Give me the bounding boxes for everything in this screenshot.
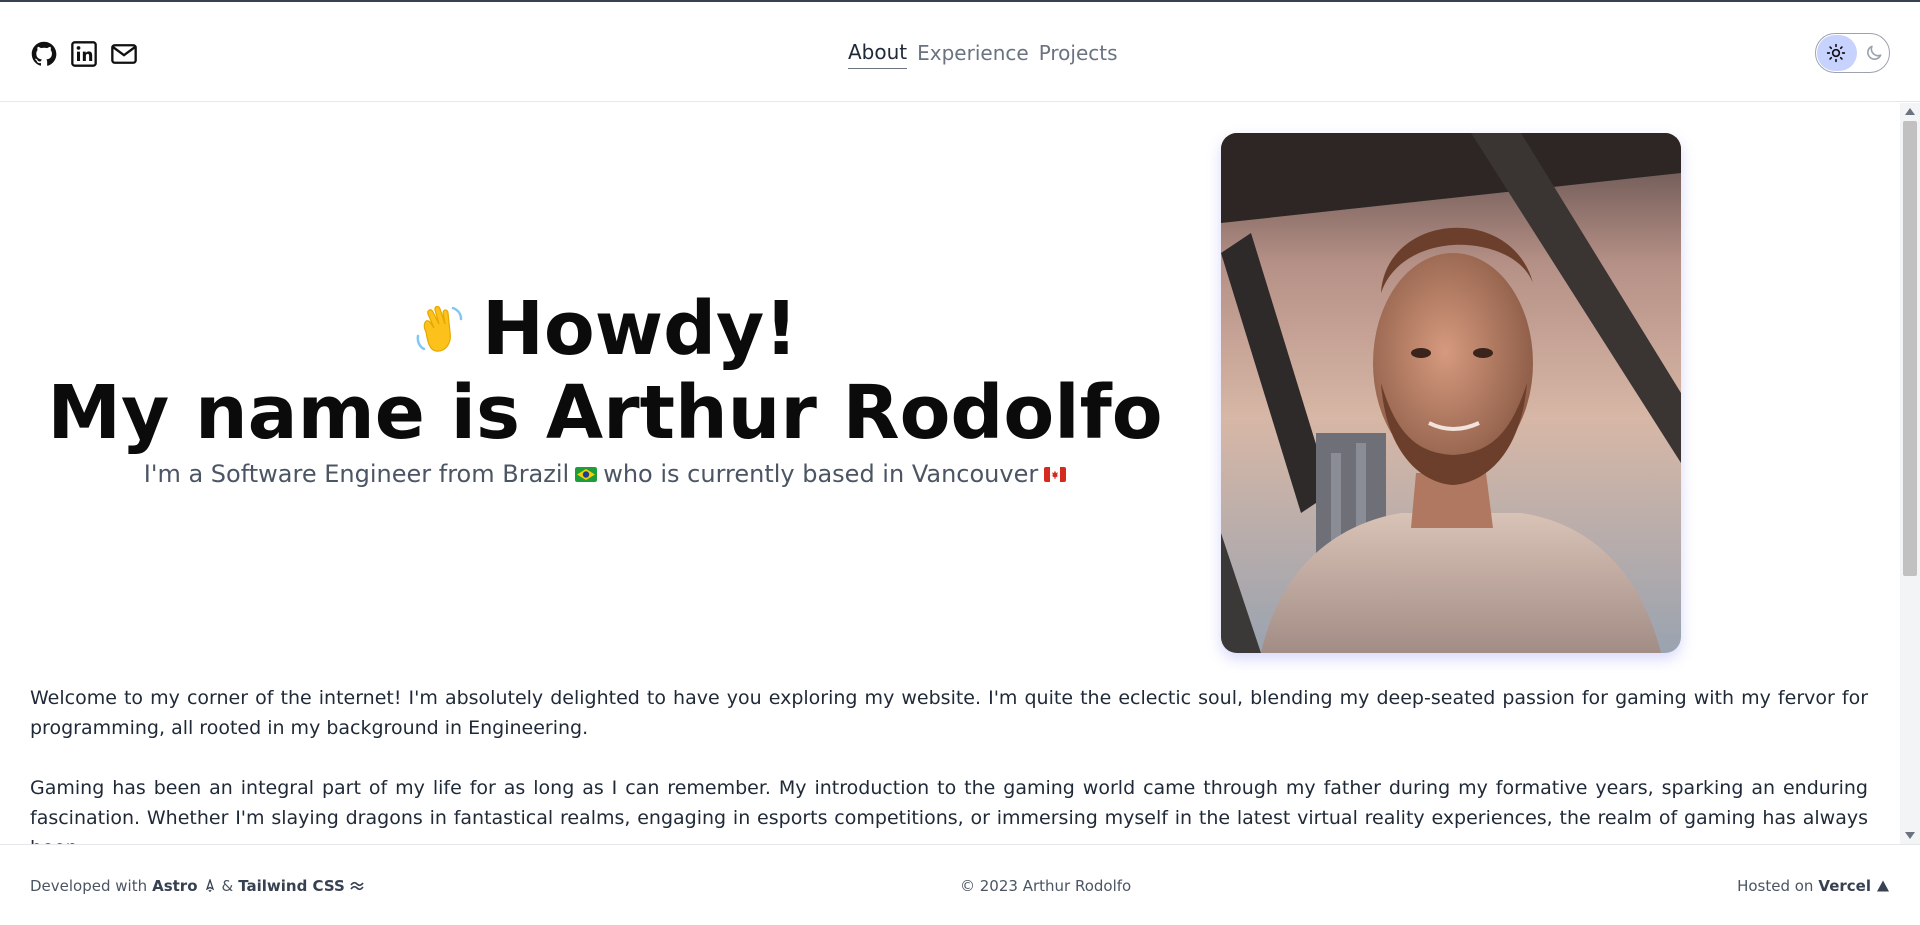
sun-icon — [1826, 43, 1846, 63]
waving-hand-icon — [416, 305, 463, 352]
astro-icon — [205, 879, 214, 892]
hero-greeting: Howdy! — [481, 286, 799, 372]
hero-subtitle: I'm a Software Engineer from Brazil who … — [30, 460, 1180, 488]
hero-subtitle-part2: who is currently based in Vancouver — [603, 460, 1039, 488]
vercel-icon — [1877, 880, 1889, 892]
site-header: About Experience Projects — [0, 2, 1920, 102]
hero-name: My name is Arthur Rodolfo — [47, 370, 1163, 456]
scroll-down-arrow[interactable] — [1905, 832, 1915, 839]
hero-greeting-line: Howdy! — [30, 288, 1180, 370]
footer-ampersand: & — [221, 877, 234, 895]
main-content: Howdy! My name is Arthur Rodolfo I'm a S… — [0, 103, 1898, 844]
profile-photo — [1221, 133, 1681, 653]
about-paragraph-2: Gaming has been an integral part of my l… — [30, 777, 1868, 844]
footer-tailwind-link[interactable]: Tailwind CSS — [238, 877, 345, 895]
footer-developed-with: Developed with — [30, 877, 148, 895]
footer-hosting: Hosted on Vercel — [1737, 877, 1890, 895]
linkedin-icon[interactable] — [70, 40, 98, 68]
about-paragraph-1: Welcome to my corner of the internet! I'… — [30, 687, 1868, 739]
scrollbar[interactable] — [1900, 103, 1920, 844]
footer-credits: Developed with Astro & Tailwind CSS — [30, 877, 364, 895]
footer-astro-link[interactable]: Astro — [152, 877, 197, 895]
scroll-up-arrow[interactable] — [1905, 108, 1915, 115]
hero: Howdy! My name is Arthur Rodolfo I'm a S… — [30, 288, 1180, 488]
canada-flag-icon — [1044, 466, 1067, 482]
main-nav: About Experience Projects — [848, 40, 1118, 69]
footer-vercel-link[interactable]: Vercel — [1818, 877, 1871, 895]
site-footer: Developed with Astro & Tailwind CSS © 20… — [0, 844, 1920, 925]
nav-about[interactable]: About — [848, 40, 908, 69]
hero-subtitle-part1: I'm a Software Engineer from Brazil — [143, 460, 570, 488]
moon-icon — [1867, 45, 1882, 60]
nav-projects[interactable]: Projects — [1039, 41, 1118, 69]
footer-hosted-on: Hosted on — [1737, 877, 1814, 895]
scrollbar-thumb[interactable] — [1903, 121, 1917, 576]
about-section: Welcome to my corner of the internet! I'… — [30, 683, 1868, 844]
nav-experience[interactable]: Experience — [917, 41, 1029, 69]
mail-icon[interactable] — [110, 40, 138, 68]
social-links — [30, 40, 138, 68]
theme-toggle[interactable] — [1815, 33, 1890, 73]
tailwind-icon — [350, 881, 364, 891]
brazil-flag-icon — [575, 466, 598, 482]
footer-copyright: © 2023 Arthur Rodolfo — [960, 877, 1132, 895]
github-icon[interactable] — [30, 40, 58, 68]
